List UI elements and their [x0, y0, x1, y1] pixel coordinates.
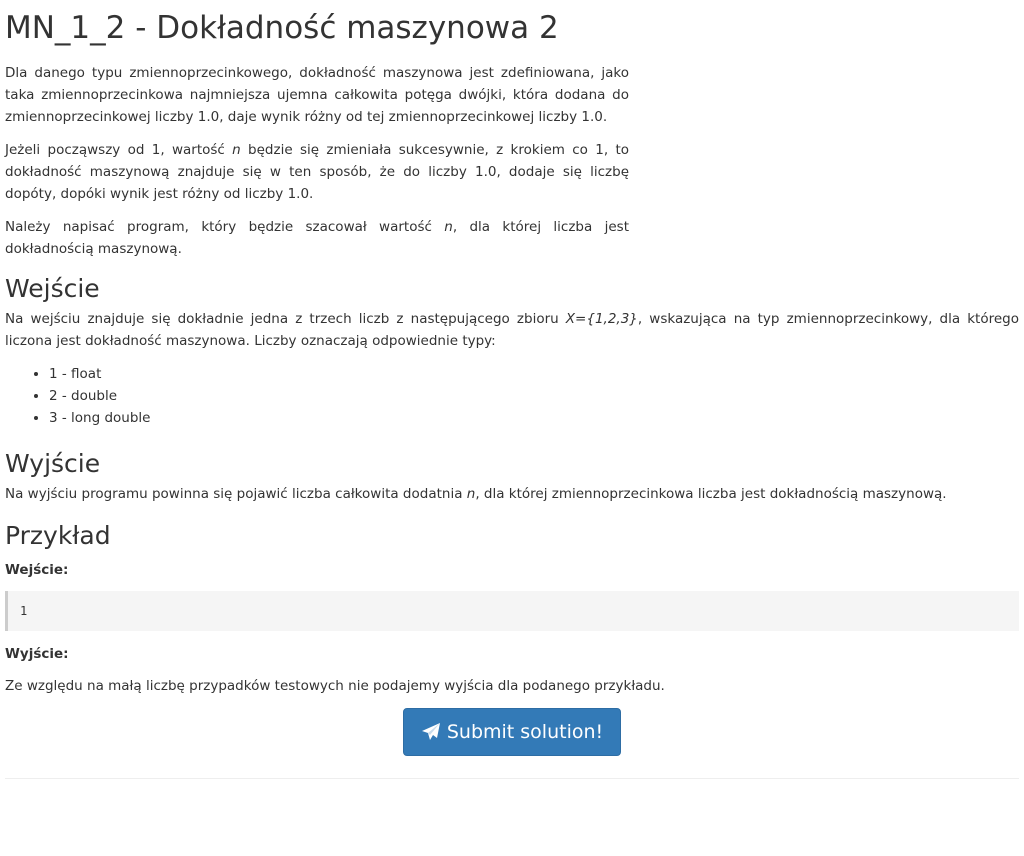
description-paragraph: Jeżeli począwszy od 1, wartość n będzie … — [5, 139, 629, 205]
output-section: Wyjście Na wyjściu programu powinna się … — [5, 449, 1019, 505]
output-description: Na wyjściu programu powinna się pojawić … — [5, 483, 1019, 505]
example-output-label: Wyjście: — [5, 646, 69, 662]
problem-description: Dla danego typu zmiennoprzecinkowego, do… — [5, 62, 629, 260]
input-section: Wejście Na wejściu znajduje się dokładni… — [5, 274, 1019, 429]
list-item: 2 - double — [49, 385, 1019, 407]
text-fragment: Na wyjściu programu powinna się pojawić … — [5, 486, 467, 502]
list-item: 1 - float — [49, 363, 1019, 385]
variable-n: n — [232, 142, 241, 158]
problem-page: MN_1_2 - Dokładność maszynowa 2 Dla dane… — [0, 10, 1024, 779]
example-section: Przykład Wejście: 1 Wyjście: Ze względu … — [5, 521, 1019, 697]
submit-solution-button[interactable]: Submit solution! — [402, 708, 622, 756]
submit-label: Submit solution! — [446, 721, 604, 743]
text-fragment: Jeżeli począwszy od 1, wartość — [5, 142, 233, 158]
output-heading: Wyjście — [5, 449, 101, 478]
input-heading: Wejście — [5, 274, 100, 303]
example-input-block: 1 — [5, 591, 1019, 631]
text-fragment: , dla której zmiennoprzecinkowa liczba j… — [475, 486, 947, 502]
type-list: 1 - float 2 - double 3 - long double — [5, 363, 1019, 429]
description-paragraph: Dla danego typu zmiennoprzecinkowego, do… — [5, 65, 629, 125]
submit-container: Submit solution! — [5, 708, 1019, 756]
example-heading: Przykład — [5, 521, 111, 550]
input-description: Na wejściu znajduje się dokładnie jedna … — [5, 308, 1019, 352]
page-title: MN_1_2 - Dokładność maszynowa 2 — [5, 10, 559, 46]
variable-n: n — [444, 219, 453, 235]
description-paragraph: Należy napisać program, który będzie sza… — [5, 216, 629, 260]
paper-plane-icon — [421, 722, 441, 742]
bottom-divider — [5, 778, 1019, 779]
example-input-label: Wejście: — [5, 562, 69, 578]
text-fragment: Na wejściu znajduje się dokładnie jedna … — [5, 311, 566, 327]
example-output-note: Ze względu na małą liczbę przypadków tes… — [5, 678, 665, 694]
list-item: 3 - long double — [49, 407, 1019, 429]
text-fragment: Należy napisać program, który będzie sza… — [5, 219, 445, 235]
input-set: X={1,2,3} — [565, 311, 638, 327]
